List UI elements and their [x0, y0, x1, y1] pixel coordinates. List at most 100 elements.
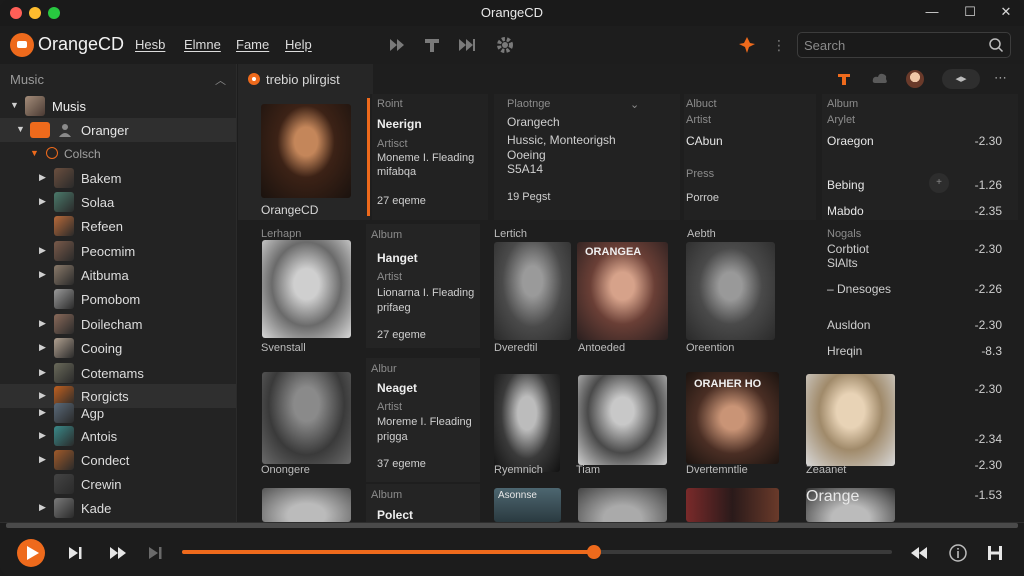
sidebar-tree-item[interactable]: ▶ Condect: [0, 448, 236, 472]
skip-next-icon[interactable]: [146, 543, 166, 563]
expand-right-icon[interactable]: ▶: [39, 318, 46, 329]
rip-icon[interactable]: [736, 34, 758, 56]
expand-right-icon[interactable]: ▶: [39, 172, 46, 183]
menu-item-2[interactable]: Elmne: [184, 37, 221, 52]
cover-ryemnich[interactable]: [494, 374, 560, 472]
overlay-asonnse: Asonnse: [498, 490, 537, 501]
sidebar-tree-item[interactable]: Pomobom: [0, 287, 236, 311]
search-icon[interactable]: [988, 37, 1004, 53]
sidebar-tree-item[interactable]: ▶ Kade: [0, 496, 236, 520]
cover-row3-b[interactable]: Asonnse: [494, 488, 561, 522]
header-col-2: Plaotnge ⌄ Orangech Hussic, Monteorigsh …: [494, 94, 680, 220]
menu-item-help[interactable]: Help: [285, 37, 312, 52]
playlist-dot-icon: [248, 73, 260, 85]
cover-tiam[interactable]: [578, 375, 667, 465]
minimize-icon[interactable]: —: [922, 3, 942, 21]
h4-title: Oraegon: [827, 134, 874, 148]
tree-root[interactable]: ▼ Musis: [0, 94, 236, 118]
horizontal-scrollbar[interactable]: [6, 523, 1018, 528]
expand-right-icon[interactable]: ▶: [39, 196, 46, 207]
artist-thumb: [54, 216, 74, 236]
progress-knob[interactable]: [586, 545, 601, 559]
expand-right-icon[interactable]: ▶: [39, 502, 46, 513]
cover-row3-d[interactable]: [686, 488, 779, 522]
skip-back-icon[interactable]: [386, 34, 408, 56]
maximize-icon[interactable]: ☐: [960, 3, 980, 21]
avatar[interactable]: [906, 70, 924, 88]
play-button[interactable]: [17, 539, 45, 567]
dropdown-icon[interactable]: ⌄: [630, 98, 639, 111]
cover-oreention[interactable]: [686, 242, 775, 340]
more-vertical-icon[interactable]: ⋮: [768, 34, 790, 56]
cover-svenstall[interactable]: [262, 240, 351, 338]
view-toggle-icon[interactable]: ◂▸: [942, 69, 980, 89]
gear-icon[interactable]: [494, 34, 516, 56]
menu-item-1[interactable]: Hesb: [135, 37, 165, 52]
rewind-icon[interactable]: [909, 543, 929, 563]
album-card-2[interactable]: Albur Neaget Artist Moreme I. Fleading p…: [366, 358, 480, 482]
step-forward-icon[interactable]: [65, 543, 85, 563]
featured-cover[interactable]: [261, 104, 351, 198]
right-list-duration: -2.30: [974, 382, 1002, 396]
sidebar-tree-item[interactable]: ▶ Aitbuma: [0, 263, 236, 287]
sidebar-tree-item[interactable]: Refeen: [0, 214, 236, 238]
sidebar-tree-item[interactable]: ▶ Doilecham: [0, 312, 236, 336]
search-box[interactable]: [797, 32, 1011, 58]
fast-forward-icon[interactable]: [108, 543, 128, 563]
playlist-tab[interactable]: trebio plirgist: [238, 64, 373, 94]
app-name: OrangeCD: [38, 34, 125, 54]
expand-right-icon[interactable]: ▶: [39, 367, 46, 378]
info-icon[interactable]: [948, 543, 968, 563]
sidebar-tree-item[interactable]: ▶ Bakem: [0, 166, 236, 190]
add-icon[interactable]: +: [929, 173, 949, 193]
fullscreen-icon[interactable]: [985, 543, 1005, 563]
h2-label: Plaotnge: [507, 98, 551, 110]
search-input[interactable]: [804, 36, 984, 54]
sort-icon[interactable]: [835, 70, 853, 88]
cover-row3-e[interactable]: Orange: [806, 488, 895, 522]
more-horizontal-icon[interactable]: ⋯: [994, 70, 1007, 86]
sidebar-tree-item[interactable]: Crewin: [0, 472, 236, 496]
cloud-icon[interactable]: [871, 70, 889, 88]
cover-dvertemntlie[interactable]: ORAHER HO: [686, 372, 779, 464]
cover-row3-c[interactable]: [578, 488, 667, 522]
cover-zeaanet[interactable]: [806, 374, 895, 466]
expand-down-icon[interactable]: ▼: [30, 148, 39, 158]
h3-sub: Artist: [686, 114, 712, 126]
sidebar-tree-item[interactable]: ▶ Antois: [0, 424, 236, 448]
cover-onongere[interactable]: [262, 372, 351, 464]
skip-forward-icon[interactable]: [456, 34, 478, 56]
sidebar-tree-item[interactable]: ▶ Peocmim: [0, 239, 236, 263]
cover-antoeded[interactable]: ORANGEA: [577, 242, 668, 340]
album-card-1[interactable]: Album Hanget Artist Lionarna I. Fleading…: [366, 224, 480, 348]
sidebar-heading: Music: [10, 72, 44, 87]
expand-right-icon[interactable]: ▶: [39, 269, 46, 280]
sidebar-tree-item[interactable]: ▶ Solaa: [0, 190, 236, 214]
card3-title: Polect: [377, 508, 414, 522]
expand-right-icon[interactable]: ▶: [39, 342, 46, 353]
expand-right-icon[interactable]: ▶: [39, 245, 46, 256]
h3-title: CAbun: [686, 134, 723, 148]
menu-item-3[interactable]: Fame: [236, 37, 269, 52]
cover-dveredtil[interactable]: [494, 242, 571, 340]
expand-right-icon[interactable]: ▶: [39, 430, 46, 441]
cover-row3-a[interactable]: [262, 488, 351, 522]
expand-right-icon[interactable]: ▶: [39, 390, 46, 401]
progress-track[interactable]: [182, 545, 892, 559]
collapse-icon[interactable]: ︿: [215, 72, 226, 88]
filter-icon[interactable]: [421, 34, 443, 56]
h1-sub: mifabqa: [377, 166, 417, 178]
close-icon[interactable]: ✕: [996, 3, 1016, 21]
expand-right-icon[interactable]: ▶: [39, 454, 46, 465]
album-card-3[interactable]: Album Polect: [366, 484, 480, 522]
expand-down-icon[interactable]: ▼: [16, 124, 25, 134]
sidebar-tree-item[interactable]: ▶ Agp: [0, 401, 236, 425]
expand-right-icon[interactable]: ▶: [39, 407, 46, 418]
h2-line3: Ooeing: [507, 148, 546, 162]
tree-group[interactable]: ▼ Oranger: [0, 118, 236, 142]
sidebar-tree-item[interactable]: ▶ Cooing: [0, 336, 236, 360]
card2-artist: Moreme I. Fleading: [377, 416, 472, 428]
tree-subgroup[interactable]: ▼ Colsch: [0, 142, 236, 166]
expand-down-icon[interactable]: ▼: [10, 100, 19, 110]
sidebar-tree-item[interactable]: ▶ Cotemams: [0, 361, 236, 385]
